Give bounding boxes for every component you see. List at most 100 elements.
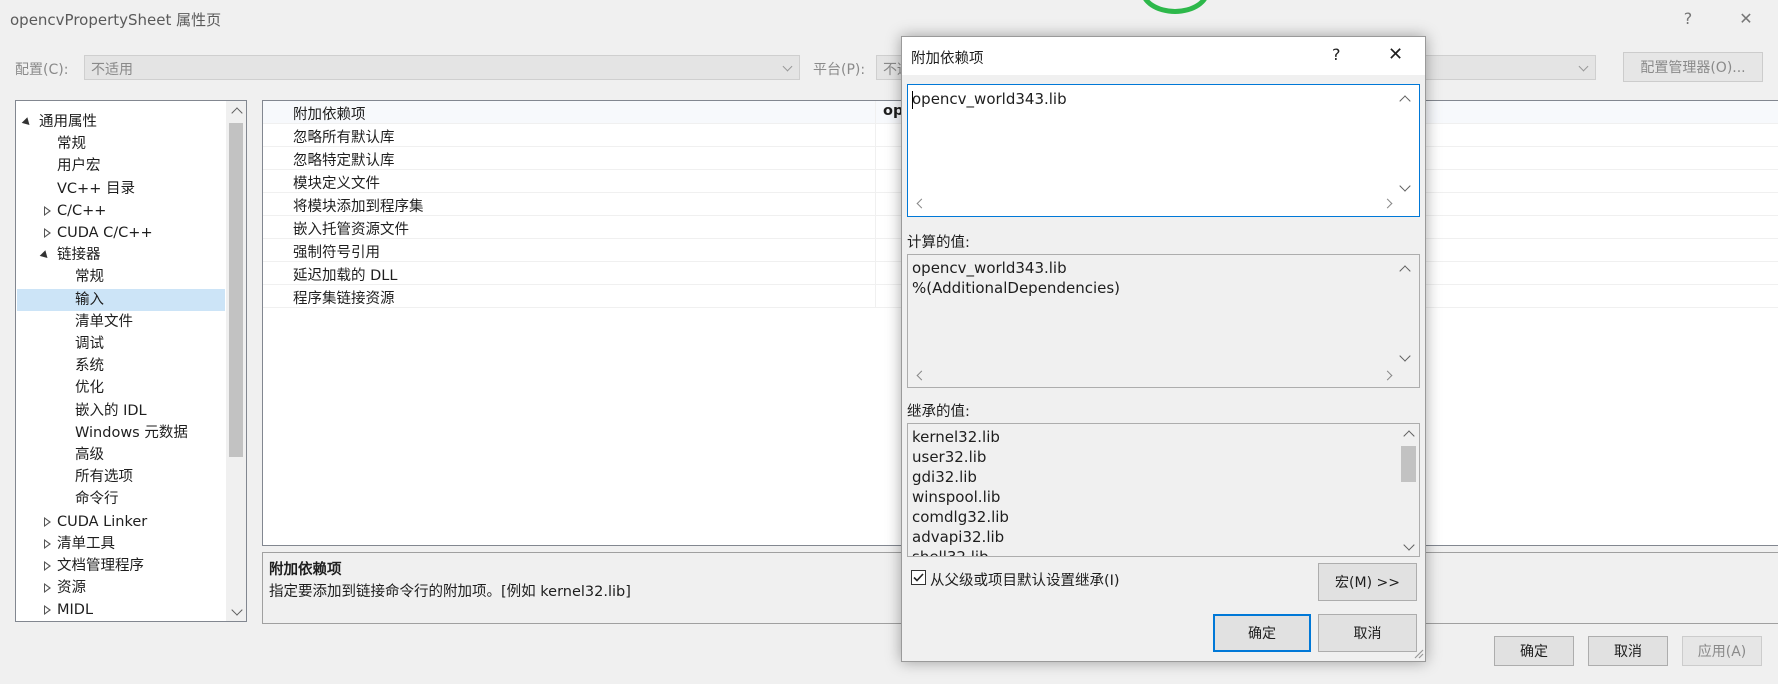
tree-item[interactable]: 优化 xyxy=(17,377,225,399)
tree-item[interactable]: 清单工具 xyxy=(17,533,225,555)
dialog-close-button[interactable]: ✕ xyxy=(1388,44,1403,65)
property-name: 程序集链接资源 xyxy=(293,291,395,307)
scroll-down-icon[interactable] xyxy=(1399,350,1411,362)
scroll-right-icon[interactable] xyxy=(1382,198,1393,209)
tree-item[interactable]: 嵌入的 IDL xyxy=(17,400,225,422)
property-name: 模块定义文件 xyxy=(293,176,380,192)
property-name: 忽略所有默认库 xyxy=(293,130,395,146)
collapsed-arrow-icon[interactable] xyxy=(44,538,51,549)
tree-item[interactable]: MIDL xyxy=(17,599,225,621)
config-manager-button[interactable]: 配置管理器(O)... xyxy=(1623,52,1763,82)
text-caret xyxy=(912,91,913,109)
inherit-checkbox[interactable] xyxy=(911,570,926,585)
dialog-cancel-button[interactable]: 取消 xyxy=(1318,614,1417,652)
column-divider xyxy=(875,101,876,124)
value-line: advapi32.lib xyxy=(912,528,1005,546)
value-line: shell32.lib xyxy=(912,548,989,557)
column-divider xyxy=(875,124,876,147)
apply-button[interactable]: 应用(A) xyxy=(1682,636,1762,666)
dialog-help-button[interactable]: ? xyxy=(1332,45,1341,64)
chevron-down-icon xyxy=(782,61,793,72)
scroll-down-icon[interactable] xyxy=(1403,539,1415,551)
overlay-ring-icon xyxy=(1140,0,1210,14)
help-button[interactable]: ? xyxy=(1668,4,1708,32)
tree-item-label: 通用属性 xyxy=(39,114,97,130)
collapsed-arrow-icon[interactable] xyxy=(44,205,51,216)
property-name: 嵌入托管资源文件 xyxy=(293,222,409,238)
platform-label: 平台(P): xyxy=(813,62,866,78)
tree-item[interactable]: Windows 元数据 xyxy=(17,422,225,444)
tree-item-label: VC++ 目录 xyxy=(57,180,135,197)
scroll-right-icon[interactable] xyxy=(1382,370,1393,381)
config-select[interactable]: 不适用 xyxy=(84,55,800,80)
tree-item[interactable]: 资源 xyxy=(17,577,225,599)
inherited-scroll-thumb[interactable] xyxy=(1401,446,1416,482)
tree-item[interactable]: 用户宏 xyxy=(17,155,225,177)
tree-item[interactable]: 输入 xyxy=(17,288,225,311)
computed-values-box: opencv_world343.lib %(AdditionalDependenc… xyxy=(907,254,1420,388)
cancel-button[interactable]: 取消 xyxy=(1588,636,1668,666)
scroll-up-icon[interactable] xyxy=(1399,95,1411,107)
computed-label: 计算的值: xyxy=(907,235,970,251)
tree-scrollbar[interactable] xyxy=(226,101,246,621)
value-line: %(AdditionalDependencies) xyxy=(912,279,1121,297)
property-name: 将模块添加到程序集 xyxy=(293,199,424,215)
inherited-scrollbar[interactable] xyxy=(1398,424,1419,556)
ok-button[interactable]: 确定 xyxy=(1494,636,1574,666)
tree-item[interactable]: CUDA Linker xyxy=(17,511,225,533)
collapsed-arrow-icon[interactable] xyxy=(44,605,51,616)
collapsed-arrow-icon[interactable] xyxy=(44,561,51,571)
resize-grip-icon[interactable] xyxy=(1412,647,1424,659)
scroll-up-icon[interactable] xyxy=(1399,265,1411,277)
tree-item[interactable]: VC++ 目录 xyxy=(17,178,225,200)
tree-item[interactable]: 高级 xyxy=(17,444,225,466)
close-button[interactable]: ✕ xyxy=(1726,4,1766,32)
tree-item[interactable]: 链接器 xyxy=(17,244,225,266)
edit-value: opencv_world343.lib xyxy=(912,90,1067,108)
scroll-up-icon[interactable] xyxy=(1403,430,1415,442)
collapsed-arrow-icon[interactable] xyxy=(44,516,51,527)
tree-item[interactable]: 调试 xyxy=(17,333,225,355)
scroll-left-icon[interactable] xyxy=(916,370,927,381)
tree-item[interactable]: 常规 xyxy=(17,133,225,155)
collapsed-arrow-icon[interactable] xyxy=(44,228,51,238)
property-name: 延迟加载的 DLL xyxy=(293,268,398,284)
dialog-ok-button[interactable]: 确定 xyxy=(1213,614,1311,652)
tree-item[interactable]: 文档管理程序 xyxy=(17,555,225,577)
tree-item-label: Windows 元数据 xyxy=(75,424,188,441)
expanded-arrow-icon[interactable] xyxy=(39,250,51,261)
tree-item[interactable]: 通用属性 xyxy=(17,111,225,133)
column-divider xyxy=(875,216,876,239)
tree-item-label: 嵌入的 IDL xyxy=(75,402,147,419)
tree-item[interactable]: 所有选项 xyxy=(17,466,225,488)
tree-item-label: 优化 xyxy=(75,380,104,397)
tree-scroll-thumb[interactable] xyxy=(229,123,243,457)
tree-item[interactable]: CUDA C/C++ xyxy=(17,222,225,244)
expanded-arrow-icon[interactable] xyxy=(21,117,33,128)
value-line: comdlg32.lib xyxy=(912,508,1009,526)
column-divider xyxy=(875,262,876,285)
column-divider xyxy=(875,285,876,308)
collapsed-arrow-icon[interactable] xyxy=(44,583,51,594)
scroll-up-icon[interactable] xyxy=(231,107,243,119)
column-divider xyxy=(875,147,876,170)
property-name: 附加依赖项 xyxy=(293,107,366,123)
scroll-down-icon[interactable] xyxy=(231,604,243,616)
tree-item[interactable]: 常规 xyxy=(17,266,225,288)
dependencies-edit[interactable]: opencv_world343.lib xyxy=(907,84,1420,217)
tree-item-label: CUDA C/C++ xyxy=(57,225,153,241)
property-name: 强制符号引用 xyxy=(293,245,380,261)
macros-button[interactable]: 宏(M) >> xyxy=(1318,563,1417,601)
tree-item-label: 命令行 xyxy=(75,491,119,508)
tree-item[interactable]: 系统 xyxy=(17,355,225,377)
config-label: 配置(C): xyxy=(15,62,69,78)
scroll-down-icon[interactable] xyxy=(1399,180,1411,192)
tree-item[interactable]: 清单文件 xyxy=(17,311,225,333)
dialog-title: 附加依赖项 xyxy=(911,51,984,67)
tree-item[interactable]: C/C++ xyxy=(17,200,225,222)
dialog-titlebar[interactable]: 附加依赖项 ? ✕ xyxy=(902,37,1425,75)
tree-item[interactable]: 命令行 xyxy=(17,488,225,510)
property-tree[interactable]: 通用属性 常规 用户宏 VC++ 目录 C/C++ CUDA C/C++ 链接器 常规 输入 清单… xyxy=(15,100,247,622)
inherit-checkbox-label[interactable]: 从父级或项目默认设置继承(I) xyxy=(930,569,1120,590)
scroll-left-icon[interactable] xyxy=(916,198,927,209)
